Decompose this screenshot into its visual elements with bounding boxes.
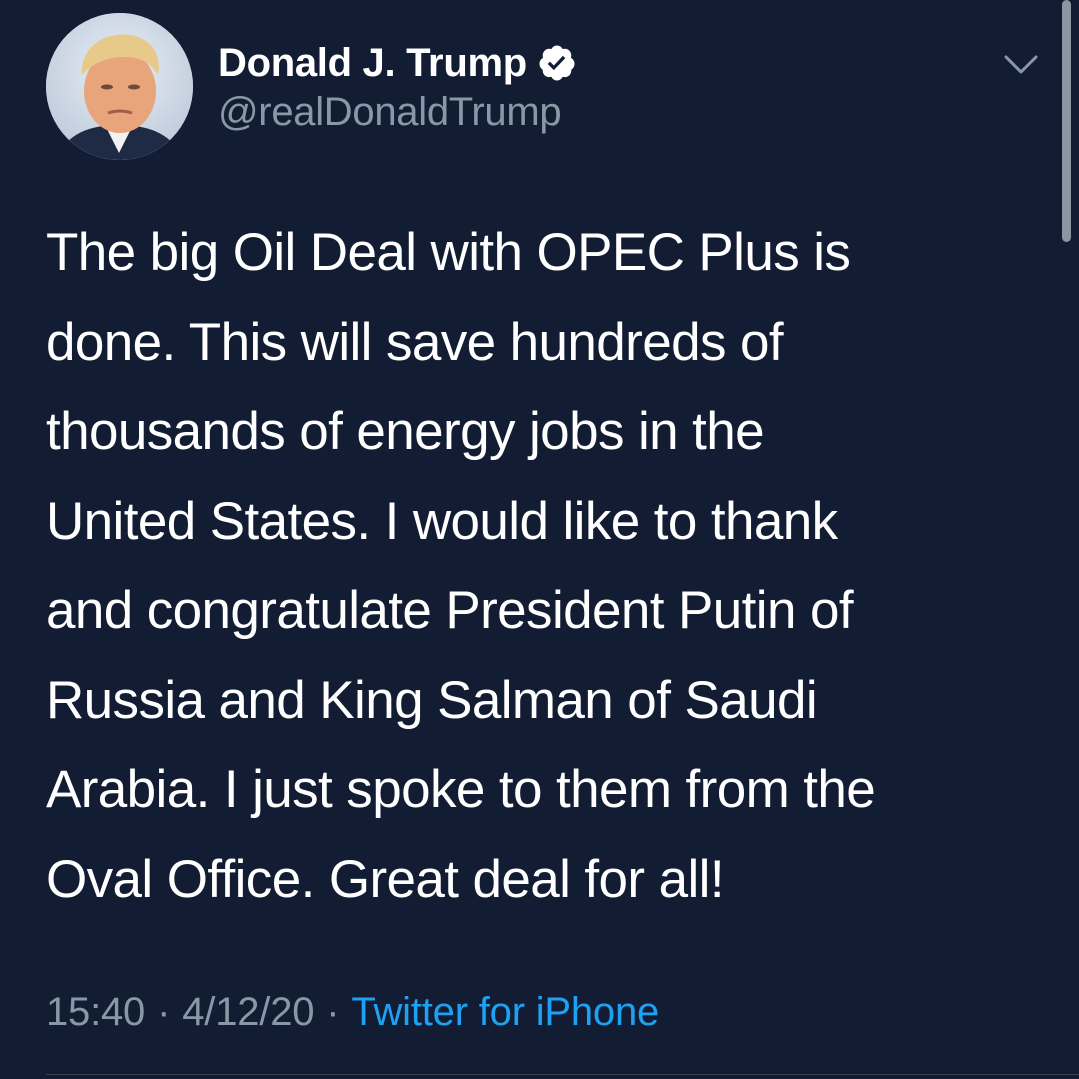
meta-separator: · xyxy=(326,990,340,1034)
tweet-meta: 15:40 · 4/12/20 · Twitter for iPhone xyxy=(46,990,659,1035)
tweet-text-line: Oval Office. Great deal for all! xyxy=(46,849,725,909)
display-name[interactable]: Donald J. Trump xyxy=(218,41,527,86)
tweet-text: The big Oil Deal with OPEC Plus is done.… xyxy=(46,208,1036,924)
avatar-image xyxy=(46,13,193,160)
author-row[interactable]: Donald J. Trump xyxy=(218,38,577,88)
tweet-detail: Donald J. Trump @realDonaldTrump The big… xyxy=(0,0,1079,1079)
verified-badge-icon xyxy=(537,43,577,83)
tweet-date: 4/12/20 xyxy=(182,990,315,1034)
meta-separator: · xyxy=(157,990,171,1034)
tweet-text-line: and congratulate President Putin of xyxy=(46,581,854,640)
tweet-text-line: United States. I would like to thank xyxy=(46,491,838,551)
tweet-source-link[interactable]: Twitter for iPhone xyxy=(351,990,659,1034)
tweet-time: 15:40 xyxy=(46,990,146,1034)
tweet-text-line: thousands of energy jobs in the xyxy=(46,402,765,461)
user-handle[interactable]: @realDonaldTrump xyxy=(218,90,562,135)
tweet-text-line: The big Oil Deal with OPEC Plus is xyxy=(46,223,851,282)
scrollbar[interactable] xyxy=(1062,0,1071,242)
tweet-text-line: Arabia. I just spoke to them from the xyxy=(46,760,876,819)
chevron-down-icon[interactable] xyxy=(1001,48,1041,80)
divider xyxy=(46,1074,1079,1075)
tweet-text-line: Russia and King Salman of Saudi xyxy=(46,670,818,730)
avatar[interactable] xyxy=(46,13,193,160)
tweet-text-line: done. This will save hundreds of xyxy=(46,312,784,372)
